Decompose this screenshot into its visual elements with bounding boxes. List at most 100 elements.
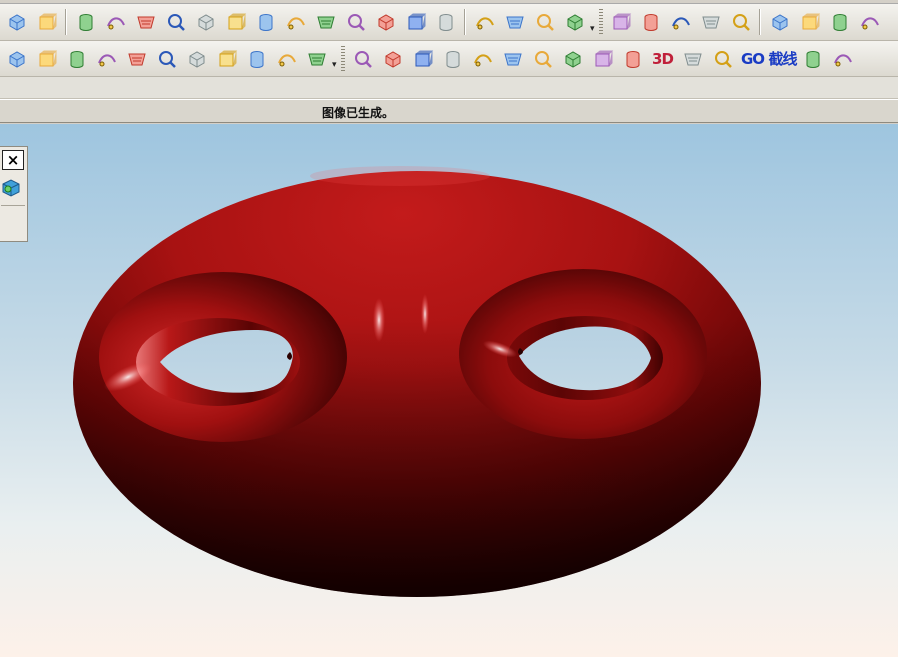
box-edge-icon-svg [277,53,296,66]
subtract-icon-svg [219,50,237,66]
unite-icon-svg [189,50,204,68]
status-bar: 图像已生成。 [0,99,898,123]
text-3d-icon[interactable]: 3D [648,44,677,74]
surface-grid-icon-svg [613,13,631,30]
toolbar-separator [464,9,466,35]
bridge-curve-icon[interactable] [618,44,647,74]
curve-arrow-icon[interactable] [408,44,437,74]
extrude-icon-svg [505,16,524,29]
sheet-icon-svg [536,14,554,31]
hatch-icon-svg [806,50,819,68]
page-curve-icon[interactable] [528,44,557,74]
offset-face-icon[interactable] [431,7,460,37]
paint-icon[interactable] [302,44,331,74]
view-fit-icon[interactable] [2,7,31,37]
toolbar-overflow-arrow[interactable]: ▾ [590,24,597,34]
subtract-icon[interactable] [212,44,241,74]
box-icon-svg [106,17,125,30]
highlight-center-right [421,294,429,334]
pattern-icon-svg [567,14,582,31]
section-view-icon[interactable] [131,7,160,37]
helix-icon-svg [683,53,702,65]
part-cube-icon[interactable] [32,44,61,74]
thread-icon[interactable] [470,7,499,37]
block-blue-icon-svg [316,16,335,29]
book-icon[interactable] [92,44,121,74]
spline-icon-svg [714,50,732,68]
toolbar-overflow-arrow[interactable]: ▾ [332,60,339,70]
toolbar-separator [759,9,761,35]
toolbar-row-2: ▾ 3D GO 截线 [0,41,898,77]
go-icon[interactable]: GO [738,44,767,74]
zoom-curve-icon-svg [354,50,372,68]
boss-icon[interactable] [401,7,430,37]
loft-icon[interactable] [825,7,854,37]
cross-line-icon[interactable] [438,44,467,74]
toolbar-separator [65,9,67,35]
surface-grid-icon[interactable] [606,7,635,37]
shell-icon[interactable] [62,44,91,74]
trim-icon-svg [250,50,263,68]
sweep-icon[interactable] [666,7,695,37]
double-torus-model[interactable] [0,124,898,657]
sheet-icon[interactable] [530,7,559,37]
pattern-icon[interactable] [560,7,589,37]
section-curve-icon-label: 截线 [768,50,797,68]
box-edge-icon[interactable] [272,44,301,74]
s-curve-icon[interactable] [468,44,497,74]
helix-icon[interactable] [678,44,707,74]
block-red-icon[interactable] [371,7,400,37]
floating-dialog: × [0,146,28,242]
cylinder-icon[interactable] [251,7,280,37]
close-button[interactable]: × [2,150,24,170]
block-blue-icon[interactable] [311,7,340,37]
model-view-icon[interactable] [0,176,22,198]
extrude-icon[interactable] [500,7,529,37]
graphics-viewport[interactable] [0,124,898,657]
section-curve-icon[interactable]: 截线 [768,44,797,74]
emboss-icon-svg [158,50,176,68]
spline-icon[interactable] [708,44,737,74]
hook-curve-icon[interactable] [558,44,587,74]
sphere-icon-svg [286,17,305,30]
view-shade-icon-svg [39,13,57,30]
hook-curve-icon-svg [565,50,580,68]
probe-icon[interactable] [378,44,407,74]
corner-line-icon[interactable] [498,44,527,74]
rule-surface-icon[interactable] [855,7,884,37]
block-cut-icon[interactable] [161,7,190,37]
toolbar-grip[interactable] [599,9,603,35]
trim-body-icon[interactable] [795,7,824,37]
ribbon-icon[interactable] [696,7,725,37]
arc-icon[interactable] [588,44,617,74]
block-red-icon-svg [378,14,393,31]
surface-mesh-icon[interactable] [636,7,665,37]
box-icon[interactable] [101,7,130,37]
cad-application-window: ▾ ▾ 3D GO 截线 图像已生成。 × [0,0,898,657]
view-shade-icon[interactable] [32,7,61,37]
red-dial-icon[interactable] [828,44,857,74]
cube-hole-icon[interactable] [191,7,220,37]
emboss-icon[interactable] [152,44,181,74]
unite-icon[interactable] [182,44,211,74]
shell-icon-svg [70,50,83,68]
sketch-plane-icon[interactable] [71,7,100,37]
sphere-icon[interactable] [281,7,310,37]
ribbon-icon-svg [701,16,720,29]
section-view-icon-svg [136,16,155,29]
sweep-icon-svg [671,17,690,30]
zoom-curve-icon[interactable] [348,44,377,74]
pad-icon[interactable] [341,7,370,37]
panel-divider [1,205,25,206]
trim-body-icon-svg [802,13,820,30]
block-cut-icon-svg [167,14,185,31]
surface-inspect-icon[interactable] [726,7,755,37]
feature-icon[interactable] [2,44,31,74]
tube-icon[interactable] [221,7,250,37]
toolbar-grip[interactable] [341,45,345,72]
curve-arrow-icon-svg [415,50,433,66]
face-blend-icon[interactable] [765,7,794,37]
chamfer-icon[interactable] [122,44,151,74]
trim-icon[interactable] [242,44,271,74]
hatch-icon[interactable] [798,44,827,74]
